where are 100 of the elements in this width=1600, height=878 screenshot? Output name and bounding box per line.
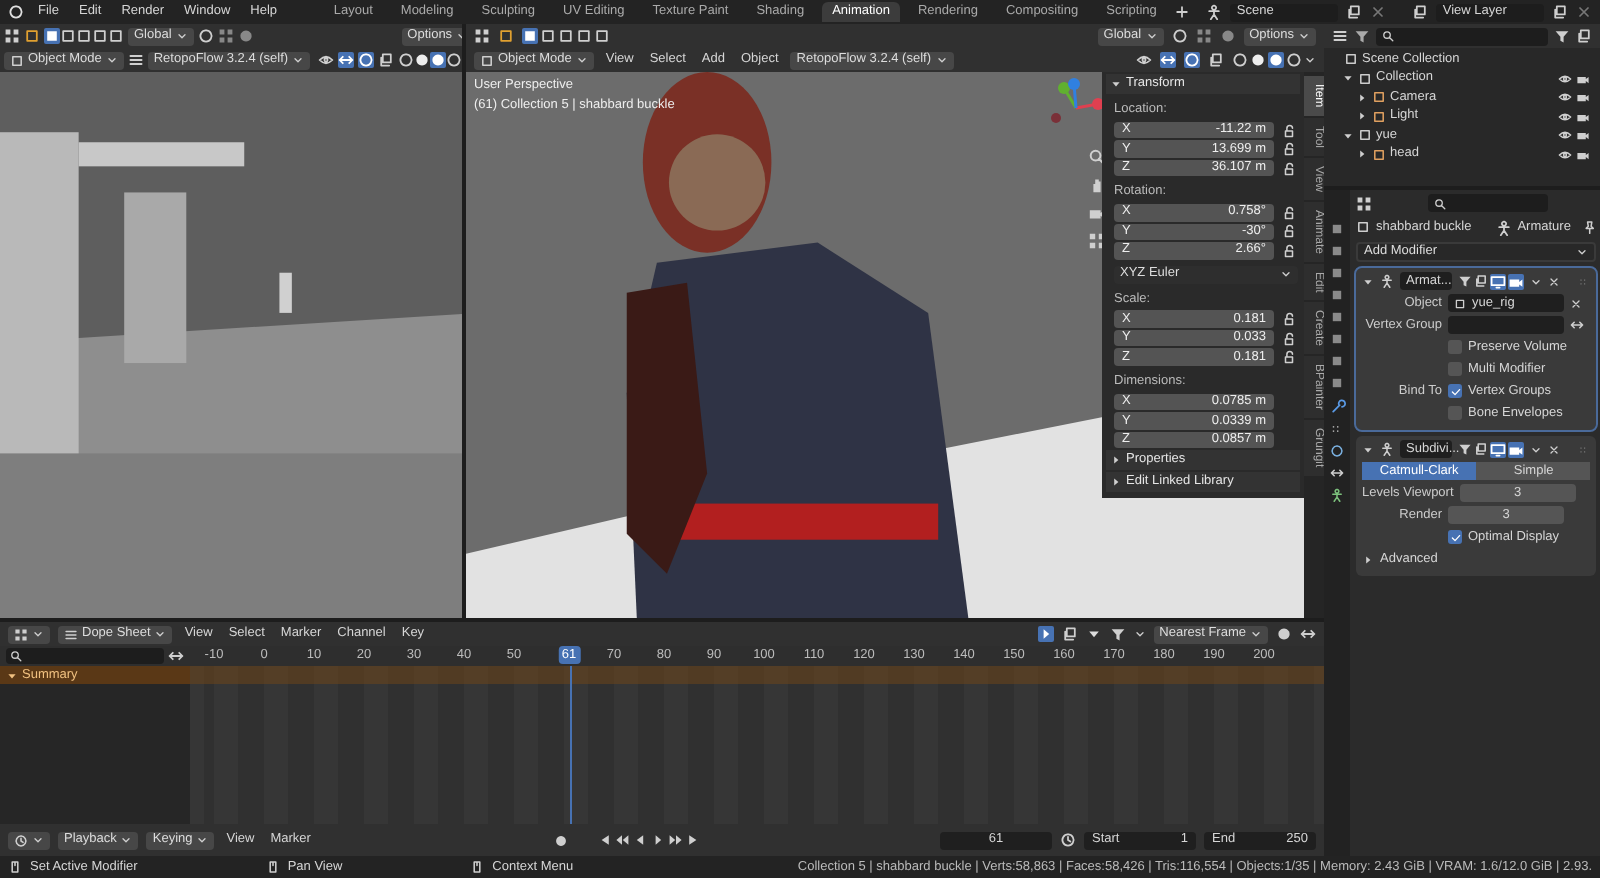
visibility-icon[interactable] [1136, 52, 1152, 68]
only-selected-icon[interactable] [1037, 626, 1054, 642]
close-icon[interactable] [1576, 4, 1593, 20]
pin-icon[interactable] [1582, 220, 1597, 234]
checkbox[interactable] [1448, 340, 1462, 354]
zoom-icon[interactable] [1088, 148, 1106, 166]
clock-icon [14, 833, 28, 847]
wireframe-shading-icon[interactable] [398, 52, 415, 68]
lock-icon[interactable] [1282, 243, 1296, 258]
editor-type-icon[interactable] [1356, 195, 1372, 211]
lock-icon[interactable] [1282, 161, 1296, 176]
visibility-icon[interactable] [318, 52, 335, 68]
overlay-icon[interactable] [1184, 52, 1200, 68]
lock-icon[interactable] [1282, 350, 1296, 365]
search-icon [1382, 30, 1394, 42]
disclosure-icon[interactable] [1362, 443, 1374, 455]
logo-icon[interactable] [8, 4, 24, 20]
solid-shading-icon[interactable] [414, 52, 431, 68]
disclosure-icon[interactable] [1342, 72, 1354, 85]
wrench-icon[interactable] [1329, 398, 1345, 414]
search-icon [10, 650, 22, 662]
hand-icon[interactable] [1088, 176, 1106, 194]
visibility-icon[interactable] [1558, 128, 1572, 143]
lock-icon[interactable] [1282, 312, 1296, 327]
mouse-icon [470, 860, 485, 874]
disclosure-icon[interactable] [1356, 91, 1368, 104]
filter-icon[interactable] [1109, 626, 1126, 642]
wireframe-shading-icon[interactable] [1232, 52, 1248, 68]
filter-icon[interactable] [1554, 28, 1570, 44]
disclosure-icon[interactable] [1110, 454, 1122, 467]
solid-shading-icon[interactable] [1250, 52, 1266, 68]
caret-icon [575, 54, 588, 66]
editor-type-icon[interactable] [474, 28, 490, 44]
search-field[interactable] [6, 648, 164, 664]
checkbox[interactable] [1448, 384, 1462, 398]
caret-icon[interactable] [1530, 443, 1542, 455]
disclosure-icon[interactable] [1362, 275, 1374, 287]
camera-icon[interactable] [1576, 90, 1590, 105]
camera-icon[interactable] [1576, 128, 1590, 143]
gizmo-icon[interactable] [1160, 52, 1176, 68]
lock-icon[interactable] [1282, 205, 1296, 220]
visibility-icon[interactable] [1558, 90, 1572, 105]
viewport-icon[interactable] [1490, 273, 1506, 289]
caret-icon[interactable] [1530, 275, 1542, 287]
close-icon[interactable] [1548, 275, 1560, 287]
visibility-icon[interactable] [1558, 147, 1572, 162]
checkbox[interactable] [1448, 406, 1462, 420]
previous-keyframe-icon[interactable] [613, 832, 630, 848]
lock-icon[interactable] [1282, 224, 1296, 239]
caret-icon [935, 54, 947, 66]
search-icon [1433, 197, 1446, 209]
camera-icon[interactable] [1576, 109, 1590, 124]
filter-icon[interactable] [1354, 28, 1370, 44]
select-box-icon[interactable] [498, 28, 514, 44]
select-new-icon[interactable] [44, 28, 60, 44]
display-mode-icon[interactable] [1332, 28, 1348, 44]
disclosure-icon[interactable] [1110, 476, 1122, 489]
clear-icon[interactable] [1570, 297, 1582, 309]
drag-handle-icon[interactable] [1578, 275, 1591, 287]
disclosure-icon[interactable] [1342, 129, 1354, 142]
visibility-icon[interactable] [1558, 71, 1572, 86]
disclosure-icon[interactable] [1110, 78, 1122, 90]
disclosure-icon[interactable] [1356, 148, 1368, 161]
editor-type-dropdown[interactable] [8, 831, 50, 849]
gizmo-icon[interactable] [338, 52, 355, 68]
select-new-icon[interactable] [522, 28, 538, 44]
checkbox[interactable] [1448, 530, 1462, 544]
add-workspace-icon[interactable] [1174, 4, 1191, 20]
copy-icon[interactable] [1346, 4, 1363, 20]
search-field[interactable] [1376, 27, 1548, 45]
camera-icon[interactable] [1576, 71, 1590, 86]
caret-icon[interactable] [1133, 628, 1146, 640]
material-shading-icon[interactable] [430, 52, 447, 68]
material-shading-icon[interactable] [1268, 52, 1284, 68]
vertex-group-field[interactable] [1448, 316, 1564, 334]
menu-icon[interactable] [127, 52, 144, 68]
visibility-icon[interactable] [1558, 109, 1572, 124]
lock-icon[interactable] [1282, 331, 1296, 346]
close-icon[interactable] [1548, 443, 1560, 455]
checkbox[interactable] [1448, 362, 1462, 376]
lock-icon[interactable] [1282, 142, 1296, 157]
editor-type-icon[interactable] [4, 28, 20, 44]
lock-icon[interactable] [1282, 123, 1296, 138]
camera-icon[interactable] [1576, 147, 1590, 162]
viewport-icon[interactable] [1490, 441, 1506, 457]
close-icon[interactable] [1370, 4, 1387, 20]
record-icon[interactable] [553, 833, 568, 847]
caret-icon [154, 628, 167, 640]
overlay-icon[interactable] [358, 52, 375, 68]
search-field[interactable] [1427, 194, 1548, 212]
disclosure-icon[interactable] [1356, 110, 1368, 123]
drag-handle-icon[interactable] [1578, 443, 1591, 455]
editor-type-dropdown[interactable] [8, 625, 50, 643]
rendered-shading-icon[interactable] [1286, 52, 1302, 68]
sync-icon[interactable] [168, 648, 184, 664]
rendered-shading-icon[interactable] [446, 52, 462, 68]
next-keyframe-icon[interactable] [667, 832, 684, 848]
select-box-icon[interactable] [24, 28, 40, 44]
copy-icon[interactable] [1552, 4, 1569, 20]
disclosure-icon[interactable] [1362, 553, 1374, 565]
